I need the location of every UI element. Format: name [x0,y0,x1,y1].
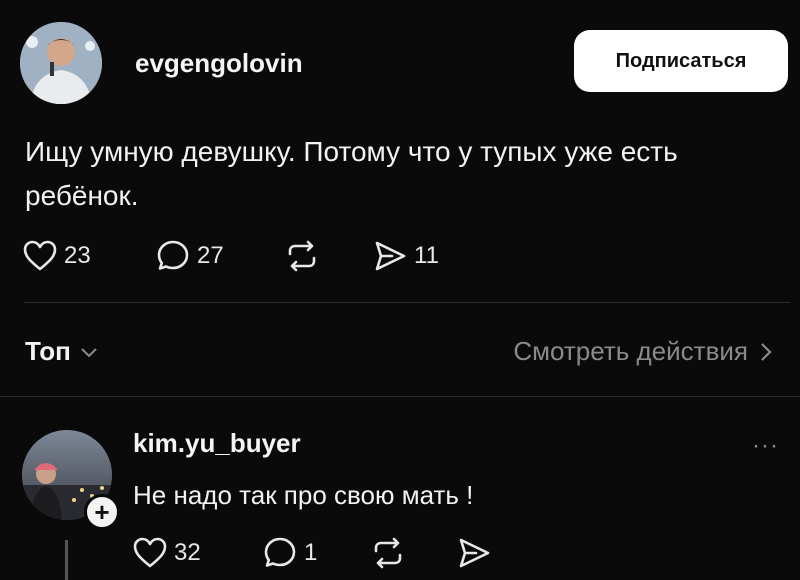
reply-share-button[interactable] [456,535,492,571]
send-icon [375,241,406,271]
reply-repost-button[interactable] [370,535,406,571]
comment-count: 27 [197,242,224,269]
divider [24,302,790,303]
view-activity-label: Смотреть действия [513,336,748,366]
share-count: 11 [414,242,439,269]
sort-label: Топ [25,336,71,366]
heart-icon [133,537,167,568]
heart-icon [23,240,57,271]
post-author-avatar[interactable] [20,22,102,104]
reply-comment-button[interactable]: 1 [262,535,317,571]
like-button[interactable]: 23 [22,238,91,274]
post-text: Ищу умную девушку. Потому что у тупых уж… [25,136,678,211]
chevron-down-icon [81,347,97,357]
comment-icon [264,537,296,567]
sort-dropdown[interactable]: Топ [25,336,99,367]
repost-icon [288,240,316,272]
send-icon [459,538,490,568]
comment-button[interactable]: 27 [155,238,224,274]
more-options-button[interactable]: ··· [752,432,779,460]
plus-icon: + [94,497,110,527]
post-author-username[interactable]: evgengolovin [135,48,303,79]
reply-text: Не надо так про свою мать ! [133,480,474,510]
follow-reply-author-button[interactable]: + [84,494,120,530]
repost-button[interactable] [284,238,320,274]
reply-author-username[interactable]: kim.yu_buyer [133,428,301,459]
chevron-right-icon [761,342,772,361]
like-count: 23 [64,242,91,269]
follow-button[interactable]: Подписаться [574,30,788,92]
repost-icon [374,537,402,569]
divider [0,396,800,397]
comment-icon [157,240,189,270]
reply-comment-count: 1 [304,539,318,566]
view-activity-link[interactable]: Смотреть действия [513,336,774,367]
share-button[interactable]: 11 [372,238,439,274]
reply-like-button[interactable]: 32 [132,535,201,571]
reply-like-count: 32 [174,539,201,566]
thread-line [65,540,68,580]
